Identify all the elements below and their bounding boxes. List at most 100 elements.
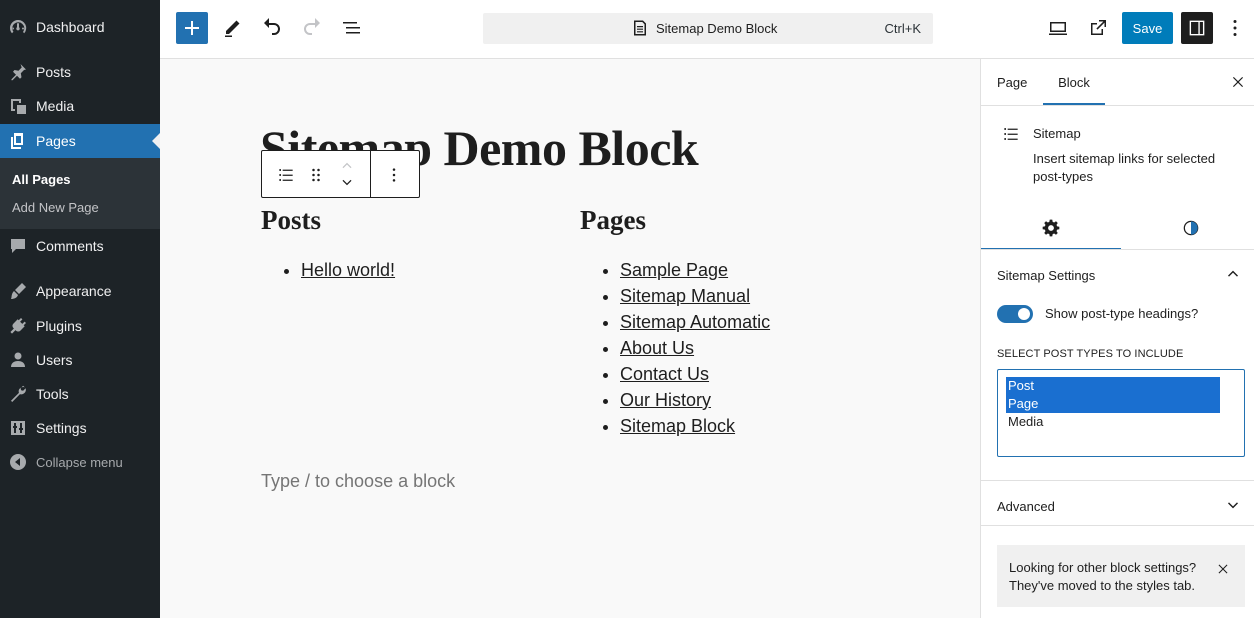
pages-icon bbox=[0, 131, 36, 151]
select-option[interactable]: Media bbox=[1006, 413, 1236, 431]
view-page-button[interactable] bbox=[1082, 12, 1114, 44]
collapse-menu-button[interactable]: Collapse menu bbox=[0, 445, 160, 479]
select-option[interactable]: Post bbox=[1006, 377, 1220, 395]
more-vertical-icon bbox=[1223, 16, 1247, 40]
posts-heading: Posts bbox=[261, 205, 321, 235]
block-toolbar bbox=[261, 150, 420, 198]
list-item: Sample Page bbox=[620, 257, 770, 283]
sliders-icon bbox=[0, 418, 36, 438]
sitemap-link[interactable]: Sitemap Block bbox=[620, 416, 735, 436]
sitemap-link[interactable]: Sitemap Manual bbox=[620, 286, 750, 306]
chevron-down-icon[interactable] bbox=[1223, 495, 1243, 518]
tab-block[interactable]: Block bbox=[1043, 59, 1105, 105]
gear-icon bbox=[1041, 218, 1061, 238]
dismiss-notice-button[interactable] bbox=[1213, 559, 1233, 579]
sitemap-link[interactable]: Hello world! bbox=[301, 260, 395, 280]
document-bar[interactable]: Sitemap Demo Block Ctrl+K bbox=[483, 13, 933, 44]
block-appender-placeholder[interactable]: Type / to choose a block bbox=[261, 471, 455, 492]
external-link-icon bbox=[1086, 16, 1110, 40]
move-up-button[interactable] bbox=[336, 157, 358, 173]
preview-button[interactable] bbox=[1042, 12, 1074, 44]
pages-submenu: All Pages Add New Page bbox=[0, 158, 160, 229]
menu-item-label: Dashboard bbox=[36, 19, 105, 35]
comment-icon bbox=[0, 236, 36, 256]
pin-icon bbox=[0, 62, 36, 82]
menu-item-plugins[interactable]: Plugins bbox=[0, 309, 160, 343]
menu-item-label: Media bbox=[36, 98, 75, 114]
close-icon bbox=[1215, 561, 1231, 577]
submenu-add-new-page[interactable]: Add New Page bbox=[12, 200, 99, 215]
sidebar-icon bbox=[1186, 17, 1208, 39]
media-icon bbox=[0, 96, 36, 116]
save-button[interactable]: Save bbox=[1122, 12, 1173, 44]
redo-button[interactable] bbox=[296, 12, 328, 44]
tab-settings[interactable] bbox=[981, 206, 1121, 250]
drag-handle-icon bbox=[306, 165, 326, 185]
pages-heading: Pages bbox=[580, 205, 646, 235]
redo-icon bbox=[300, 16, 324, 40]
menu-item-settings[interactable]: Settings bbox=[0, 411, 160, 445]
menu-item-appearance[interactable]: Appearance bbox=[0, 274, 160, 308]
menu-item-users[interactable]: Users bbox=[0, 343, 160, 377]
document-overview-button[interactable] bbox=[336, 12, 368, 44]
sitemap-link[interactable]: Sitemap Automatic bbox=[620, 312, 770, 332]
menu-item-label: Settings bbox=[36, 420, 87, 436]
block-type-button[interactable] bbox=[274, 163, 298, 187]
toolbar-divider bbox=[370, 151, 371, 197]
collapse-menu-label: Collapse menu bbox=[36, 454, 123, 470]
submenu-all-pages[interactable]: All Pages bbox=[12, 172, 71, 187]
pages-link-list: Sample Page Sitemap Manual Sitemap Autom… bbox=[620, 257, 770, 439]
sitemap-link[interactable]: Sample Page bbox=[620, 260, 728, 280]
menu-item-label: Users bbox=[36, 352, 73, 368]
block-options-button[interactable] bbox=[382, 163, 406, 187]
options-menu-button[interactable] bbox=[1221, 12, 1249, 44]
advanced-panel-toggle[interactable]: Advanced bbox=[997, 499, 1055, 514]
list-icon bbox=[276, 165, 296, 185]
menu-item-label: Tools bbox=[36, 386, 69, 402]
menu-item-label: Comments bbox=[36, 238, 104, 254]
menu-item-media[interactable]: Media bbox=[0, 89, 160, 123]
sitemap-link[interactable]: About Us bbox=[620, 338, 694, 358]
tab-page[interactable]: Page bbox=[997, 59, 1029, 105]
menu-item-tools[interactable]: Tools bbox=[0, 377, 160, 411]
plus-icon bbox=[180, 16, 204, 40]
menu-item-dashboard[interactable]: Dashboard bbox=[0, 10, 160, 44]
close-settings-button[interactable] bbox=[1227, 71, 1249, 93]
block-inserter-button[interactable] bbox=[176, 12, 208, 44]
divider bbox=[981, 525, 1254, 526]
drag-handle[interactable] bbox=[304, 163, 328, 187]
plugin-icon bbox=[0, 316, 36, 336]
list-item: Sitemap Block bbox=[620, 413, 770, 439]
settings-toggle-button[interactable] bbox=[1181, 12, 1213, 44]
sitemap-link[interactable]: Contact Us bbox=[620, 364, 709, 384]
styles-icon bbox=[1181, 218, 1201, 238]
sitemap-settings-panel-toggle[interactable]: Sitemap Settings bbox=[997, 268, 1095, 283]
post-type-headings-toggle[interactable] bbox=[997, 305, 1033, 323]
menu-item-pages[interactable]: Pages bbox=[0, 124, 160, 158]
block-card-description: Insert sitemap links for selected post-t… bbox=[1033, 151, 1216, 184]
command-shortcut: Ctrl+K bbox=[884, 21, 921, 36]
move-down-button[interactable] bbox=[336, 175, 358, 191]
notice-text: Looking for other block settings? They'v… bbox=[1009, 560, 1197, 593]
menu-item-label: Pages bbox=[36, 133, 76, 149]
sitemap-link[interactable]: Our History bbox=[620, 390, 711, 410]
list-item: Our History bbox=[620, 387, 770, 413]
select-post-types-label: SELECT POST TYPES TO INCLUDE bbox=[997, 348, 1184, 360]
menu-item-comments[interactable]: Comments bbox=[0, 229, 160, 263]
menu-item-posts[interactable]: Posts bbox=[0, 55, 160, 89]
divider bbox=[981, 105, 1254, 106]
chevron-up-icon bbox=[338, 158, 356, 172]
post-types-multiselect[interactable]: Post Page Media bbox=[997, 369, 1245, 457]
divider bbox=[981, 480, 1254, 481]
list-item: Sitemap Manual bbox=[620, 283, 770, 309]
chevron-up-icon[interactable] bbox=[1223, 264, 1243, 287]
settings-sidebar: Page Block Sitemap Insert sitemap links … bbox=[980, 59, 1254, 618]
chevron-down-icon bbox=[338, 176, 356, 190]
admin-sidebar: Dashboard Posts Media Pages All Pages Ad… bbox=[0, 0, 160, 618]
tab-styles[interactable] bbox=[1121, 206, 1254, 250]
undo-button[interactable] bbox=[256, 12, 288, 44]
undo-icon bbox=[260, 16, 284, 40]
select-option[interactable]: Page bbox=[1006, 395, 1220, 413]
desktop-icon bbox=[1046, 16, 1070, 40]
tools-button[interactable] bbox=[216, 12, 248, 44]
